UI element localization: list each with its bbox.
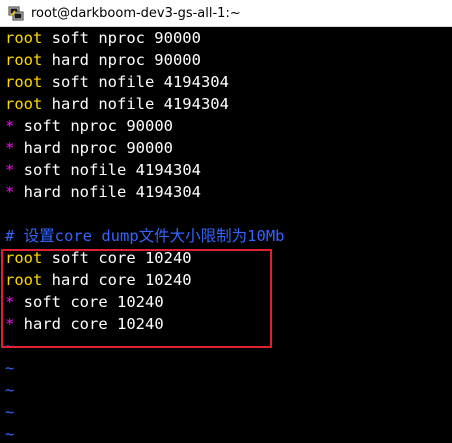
config-line: root soft nofile 4194304 <box>5 71 229 93</box>
domain-text: root <box>5 29 43 47</box>
window-title: root@darkboom-dev3-gs-all-1:~ <box>31 5 241 21</box>
putty-terminal-icon <box>8 5 24 21</box>
config-text: soft nproc 90000 <box>14 117 173 135</box>
empty-line-tilde: ~ <box>5 403 15 421</box>
domain-text: root <box>5 73 43 91</box>
domain-text: root <box>5 95 43 113</box>
empty-line-tilde: ~ <box>5 359 15 377</box>
highlight-annotation-box <box>1 249 272 348</box>
title-bar[interactable]: root@darkboom-dev3-gs-all-1:~ <box>0 0 452 27</box>
domain-text: * <box>5 117 15 135</box>
config-line: root soft nproc 90000 <box>5 27 201 49</box>
config-text: soft nofile 4194304 <box>42 73 229 91</box>
config-text: hard nproc 90000 <box>14 139 173 157</box>
domain-text: * <box>5 161 15 179</box>
config-line: * soft nproc 90000 <box>5 115 173 137</box>
empty-line-tilde: ~ <box>5 381 15 399</box>
config-line: * hard nofile 4194304 <box>5 181 201 203</box>
config-line: * soft nofile 4194304 <box>5 159 201 181</box>
domain-text: * <box>5 183 15 201</box>
config-line: root hard nofile 4194304 <box>5 93 229 115</box>
config-text: soft nproc 90000 <box>42 29 201 47</box>
config-line: root hard nproc 90000 <box>5 49 201 71</box>
comment-line: # 设置core dump文件大小限制为10Mb <box>5 227 285 245</box>
config-text: soft nofile 4194304 <box>14 161 201 179</box>
config-text: hard nofile 4194304 <box>14 183 201 201</box>
empty-line-tilde: ~ <box>5 425 15 443</box>
config-line: * hard nproc 90000 <box>5 137 173 159</box>
config-text: hard nproc 90000 <box>42 51 201 69</box>
config-text: hard nofile 4194304 <box>42 95 229 113</box>
terminal-content[interactable]: root soft nproc 90000 root hard nproc 90… <box>0 27 452 443</box>
domain-text: * <box>5 139 15 157</box>
terminal-window: root@darkboom-dev3-gs-all-1:~ root soft … <box>0 0 452 443</box>
domain-text: root <box>5 51 43 69</box>
